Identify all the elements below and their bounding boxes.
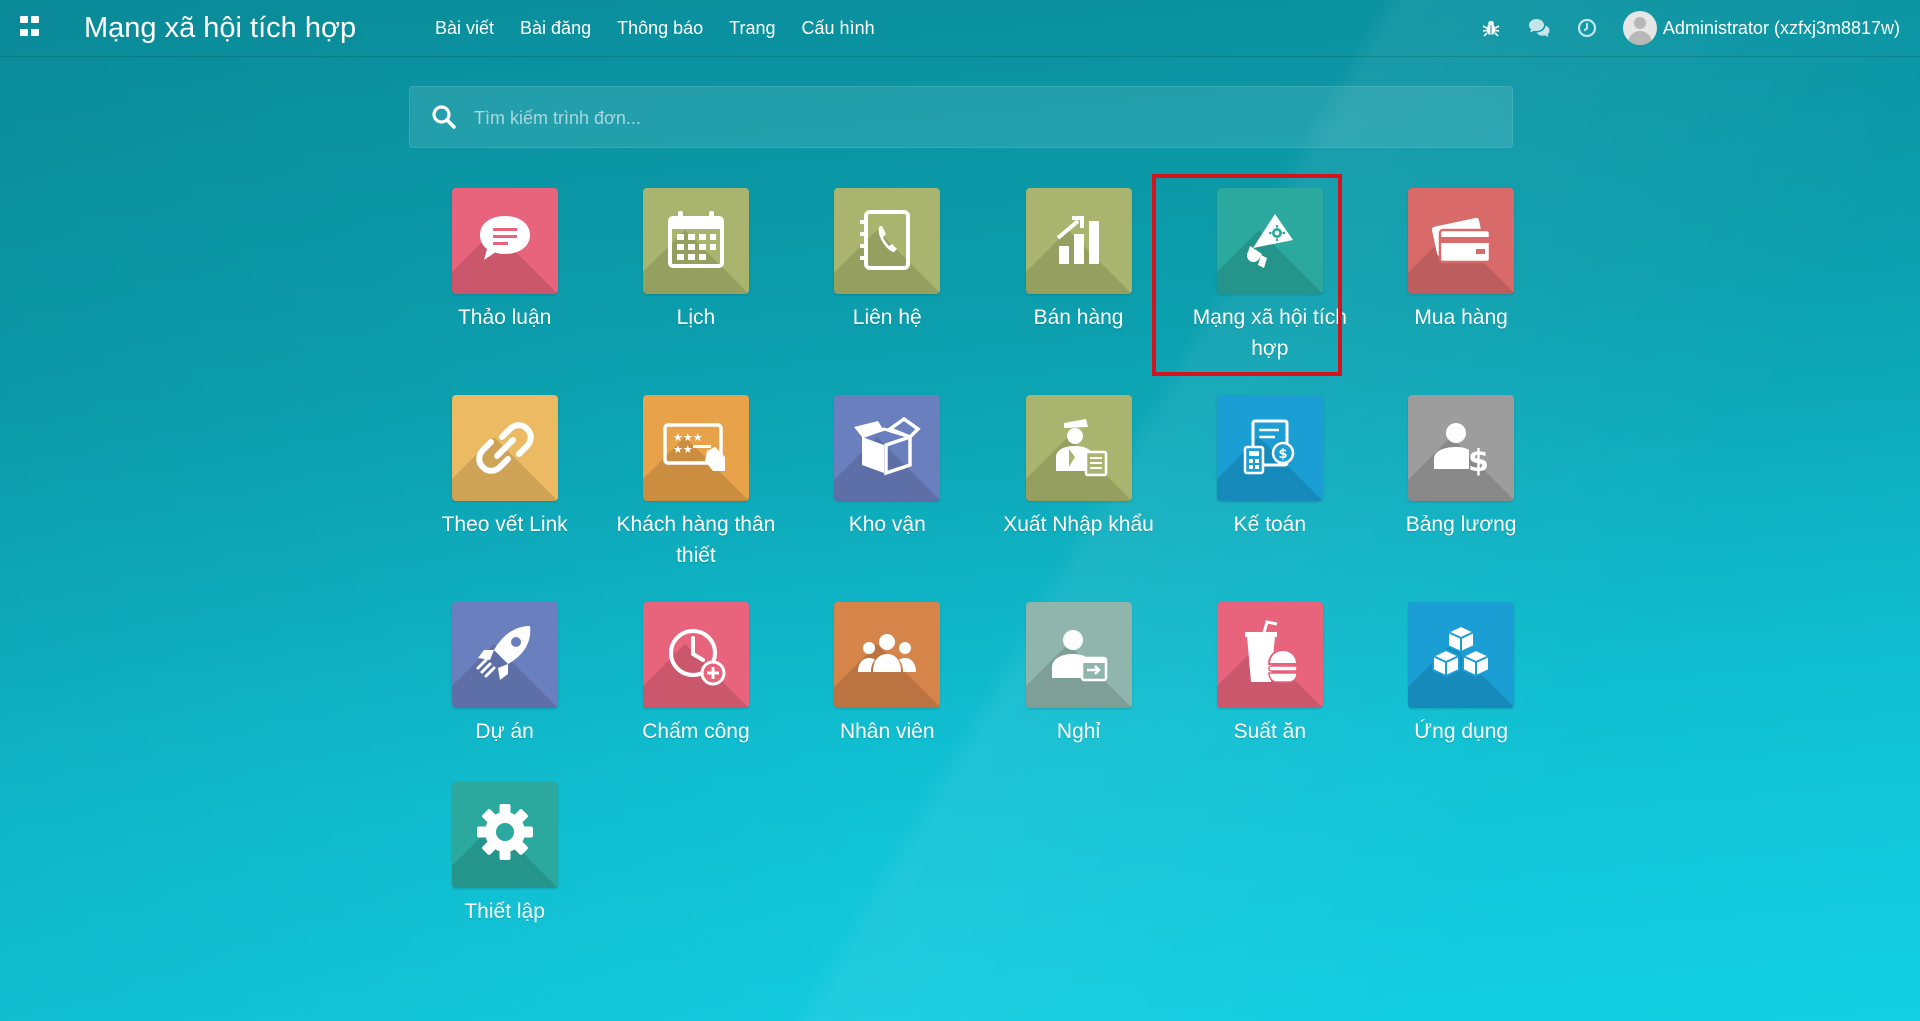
invoice-calculator-icon: $ (1216, 395, 1323, 501)
app-discuss[interactable]: Thảo luận (409, 178, 600, 385)
menu-item-publications[interactable]: Bài đăng (507, 14, 604, 42)
menu-item-pages[interactable]: Trang (716, 14, 788, 42)
svg-text:★★: ★★ (673, 443, 693, 456)
app-label: Bảng lương (1405, 513, 1517, 536)
megaphone-icon (1216, 188, 1323, 294)
app-import-export[interactable]: Xuất Nhập khẩu (983, 385, 1174, 592)
user-menu[interactable]: Administrator (xzfxj3m8817w) (1622, 11, 1900, 45)
customs-officer-icon (1025, 395, 1132, 501)
app-payroll[interactable]: $ Bảng lương (1365, 385, 1556, 592)
app-settings[interactable]: Thiết lập (409, 772, 600, 979)
employees-icon (834, 602, 941, 708)
menu-item-posts[interactable]: Bài viết (422, 14, 507, 42)
top-navbar: Mạng xã hội tích hợp Bài viết Bài đăng T… (0, 0, 1920, 57)
box-icon (834, 395, 941, 501)
app-label: Thảo luận (457, 306, 552, 329)
search-icon (432, 105, 456, 129)
app-label: Thiết lập (464, 900, 545, 923)
app-label: Kho vận (848, 513, 926, 536)
app-label: Khách hàng thân thiết (616, 513, 776, 567)
app-label: Dự án (475, 720, 534, 743)
app-apps[interactable]: Ứng dụng (1365, 592, 1556, 772)
app-switcher-icon[interactable] (20, 16, 42, 38)
rocket-icon (451, 602, 558, 708)
meal-icon (1216, 602, 1323, 708)
loyalty-card-icon: ★★★ ★★ (642, 395, 749, 501)
user-name: Administrator (xzfxj3m8817w) (1662, 17, 1900, 38)
app-leaves[interactable]: Nghỉ (983, 592, 1174, 772)
app-label: Nhân viên (839, 720, 935, 743)
app-label: Nghỉ (1056, 720, 1101, 743)
clock-icon[interactable] (1575, 16, 1599, 40)
menu-search-bar (409, 86, 1513, 148)
app-loyalty[interactable]: ★★★ ★★ Khách hàng thân thiết (600, 385, 791, 592)
app-label: Xuất Nhập khẩu (1003, 513, 1154, 536)
app-link-tracker[interactable]: Theo vết Link (409, 385, 600, 592)
main-menu: Bài viết Bài đăng Thông báo Trang Cấu hì… (422, 14, 888, 42)
discuss-icon (451, 188, 558, 294)
systray: Administrator (xzfxj3m8817w) (1479, 0, 1920, 56)
app-employees[interactable]: Nhân viên (792, 592, 983, 772)
payroll-icon: $ (1408, 395, 1515, 501)
contacts-icon (834, 188, 941, 294)
menu-item-configuration[interactable]: Cấu hình (789, 14, 888, 42)
menu-item-notifications[interactable]: Thông báo (604, 14, 716, 42)
app-label: Ứng dụng (1414, 720, 1509, 743)
app-social-marketing[interactable]: Mạng xã hội tích hợp (1174, 178, 1365, 385)
calendar-icon (642, 188, 749, 294)
app-label: Chấm công (642, 720, 750, 743)
app-project[interactable]: Dự án (409, 592, 600, 772)
leave-icon (1025, 602, 1132, 708)
app-label: Theo vết Link (441, 513, 568, 536)
timesheet-icon (642, 602, 749, 708)
app-label: Kế toán (1233, 513, 1307, 536)
app-label: Bán hàng (1033, 306, 1124, 329)
app-grid: Thảo luận Lịch Liên hệ Bán hàng Mạng xã … (409, 178, 1557, 979)
cubes-icon (1408, 602, 1515, 708)
app-label: Liên hệ (852, 306, 922, 329)
app-label: Lịch (676, 306, 716, 329)
chat-icon[interactable] (1527, 16, 1551, 40)
search-input[interactable] (472, 99, 1496, 137)
sales-chart-icon (1025, 188, 1132, 294)
link-icon (451, 395, 558, 501)
app-timesheet[interactable]: Chấm công (600, 592, 791, 772)
app-label: Mạng xã hội tích hợp (1192, 306, 1347, 360)
gear-icon (451, 782, 558, 888)
app-sales[interactable]: Bán hàng (983, 178, 1174, 385)
app-inventory[interactable]: Kho vận (792, 385, 983, 592)
svg-text:$: $ (1468, 444, 1489, 479)
app-calendar[interactable]: Lịch (600, 178, 791, 385)
app-label: Suất ăn (1233, 720, 1307, 743)
app-brand-title[interactable]: Mạng xã hội tích hợp (84, 10, 356, 46)
app-label: Mua hàng (1414, 306, 1508, 329)
bug-icon[interactable] (1479, 16, 1503, 40)
app-accounting[interactable]: $ Kế toán (1174, 385, 1365, 592)
app-lunch[interactable]: Suất ăn (1174, 592, 1365, 772)
avatar (1622, 11, 1657, 45)
app-contacts[interactable]: Liên hệ (792, 178, 983, 385)
app-purchase[interactable]: Mua hàng (1365, 178, 1556, 385)
credit-card-icon (1408, 188, 1515, 294)
svg-text:$: $ (1278, 447, 1287, 462)
